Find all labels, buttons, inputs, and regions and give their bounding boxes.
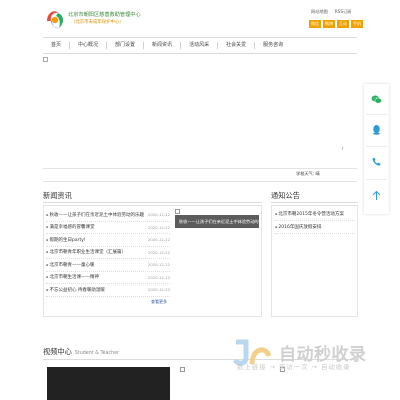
rss-link[interactable]: RSS订阅 bbox=[335, 9, 352, 15]
list-item[interactable]: 秋收——让孩子们在亲近泥土中体验劳动的乐趣2020-12-22 bbox=[46, 209, 170, 222]
news-date: 2020-12-22 bbox=[147, 212, 170, 218]
notice-title-underline bbox=[271, 202, 358, 203]
video-player[interactable] bbox=[47, 367, 170, 400]
weather-bottom-border bbox=[43, 181, 357, 182]
photo-caption[interactable]: 秋收——让孩子们在亲近泥土中体验劳动的 bbox=[175, 215, 259, 228]
tag-mobile[interactable]: 手机 bbox=[351, 20, 363, 28]
news-photo[interactable]: 秋收——让孩子们在亲近泥土中体验劳动的 bbox=[175, 209, 259, 260]
side-divider bbox=[366, 114, 387, 115]
news-title[interactable]: 假期的生日party! bbox=[46, 237, 86, 243]
weather-info: 学校天气: 晴 bbox=[296, 171, 320, 176]
list-item[interactable]: 2016年国庆放假安排 bbox=[275, 221, 355, 234]
qq-icon bbox=[373, 125, 380, 135]
notice-section-title: 通知公告 bbox=[271, 191, 300, 200]
back-to-top-icon bbox=[372, 190, 381, 200]
news-title[interactable]: 北京市朝生活课——精神 bbox=[46, 274, 100, 280]
video-thumbnail[interactable] bbox=[180, 367, 185, 372]
small-mark: r bbox=[342, 146, 344, 151]
top-tags: 微信 微博 互动 手机 bbox=[309, 20, 363, 28]
news-list: 秋收——让孩子们在亲近泥土中体验劳动的乐趣2020-12-22 满是幸福感的冒馨… bbox=[46, 209, 170, 297]
video-subtitle: Student & Teacher bbox=[74, 351, 120, 356]
nav-consult[interactable]: 服务咨询 bbox=[255, 42, 291, 49]
list-item[interactable]: 北京市朝青年职业生活课堂（汇展篇） 2020-12-22 bbox=[46, 247, 170, 259]
nav-bottom-border bbox=[43, 53, 357, 54]
news-title[interactable]: 满是幸福感的冒馨课堂 bbox=[46, 224, 95, 230]
list-item[interactable]: 不忘公益初心 待春暖助温暖 2020-12-22 bbox=[46, 284, 170, 297]
video-title: 视频中心 bbox=[43, 347, 72, 356]
nav-departments[interactable]: 部门设置 bbox=[107, 41, 145, 49]
news-more-link[interactable]: 查看更多 bbox=[151, 299, 167, 305]
notice-list: 北京市朝2015年冬令营活动方案 2016年国庆放假安排 bbox=[275, 208, 355, 234]
phone-button[interactable] bbox=[371, 156, 382, 167]
side-toolbar bbox=[364, 84, 389, 214]
news-title[interactable]: 不忘公益初心 待春暖助温暖 bbox=[46, 287, 105, 293]
tag-interact[interactable]: 互动 bbox=[337, 20, 349, 28]
logo-icon[interactable] bbox=[43, 7, 67, 31]
org-subtitle: （北京市未成年保护中心） bbox=[71, 20, 124, 25]
wechat-button[interactable] bbox=[371, 94, 382, 105]
org-name: 北京市朝阳区慈善救助管理中心 bbox=[68, 12, 141, 18]
wechat-icon bbox=[371, 95, 382, 104]
news-date: 2020-12-22 bbox=[147, 287, 170, 293]
news-date: 2020-12-22 bbox=[147, 249, 170, 255]
list-item[interactable]: 北京市朝生活课——精神 2020-12-22 bbox=[46, 272, 170, 284]
list-item[interactable]: 假期的生日party! 2020-12-22 bbox=[46, 234, 170, 247]
video-section-title: 视频中心 Student & Teacher bbox=[43, 347, 119, 357]
top-links: 网站地图 RSS订阅 bbox=[311, 9, 351, 15]
weather-top-border bbox=[43, 168, 357, 169]
tag-weibo[interactable]: 微博 bbox=[323, 20, 335, 28]
news-title[interactable]: 北京市朝青——童心暖 bbox=[46, 262, 95, 268]
nav-home[interactable]: 首页 bbox=[43, 41, 71, 49]
side-divider bbox=[366, 146, 387, 147]
news-date: 2020-12-22 bbox=[147, 224, 170, 230]
nav-activities[interactable]: 活动风采 bbox=[181, 41, 219, 49]
news-date: 2020-12-22 bbox=[147, 274, 170, 280]
news-date: 2020-12-22 bbox=[147, 262, 170, 268]
banner-image-placeholder bbox=[43, 57, 48, 62]
news-title[interactable]: 北京市朝青年职业生活课堂（汇展篇） bbox=[46, 249, 127, 255]
news-section-title: 新闻资讯 bbox=[43, 191, 72, 200]
nav-news[interactable]: 新闻资讯 bbox=[144, 41, 182, 49]
news-date: 2020-12-22 bbox=[147, 237, 170, 243]
nav-social-care[interactable]: 社会关爱 bbox=[218, 41, 256, 49]
list-item[interactable]: 北京市朝青——童心暖 2020-12-22 bbox=[46, 259, 170, 272]
watermark-slogan: 数上链接 → 来访一次 → 自动收录 bbox=[237, 363, 351, 371]
news-title-underline bbox=[43, 202, 262, 203]
phone-icon bbox=[372, 157, 381, 166]
back-to-top-button[interactable] bbox=[371, 190, 382, 201]
tag-wechat[interactable]: 微信 bbox=[309, 20, 321, 28]
nav-top-border bbox=[43, 37, 357, 38]
main-nav: 首页 中心概况 部门设置 新闻资讯 活动风采 社会关爱 服务咨询 bbox=[43, 40, 291, 50]
broken-image-icon bbox=[175, 209, 180, 214]
list-item[interactable]: 满是幸福感的冒馨课堂 2020-12-22 bbox=[46, 222, 170, 234]
nav-about[interactable]: 中心概况 bbox=[70, 41, 108, 49]
side-divider bbox=[366, 179, 387, 180]
news-title[interactable]: 秋收——让孩子们在亲近泥土中体验劳动的乐趣 bbox=[46, 212, 145, 218]
list-item[interactable]: 北京市朝2015年冬令营活动方案 bbox=[275, 208, 355, 221]
sitemap-link[interactable]: 网站地图 bbox=[311, 9, 328, 15]
qq-button[interactable] bbox=[371, 124, 382, 135]
